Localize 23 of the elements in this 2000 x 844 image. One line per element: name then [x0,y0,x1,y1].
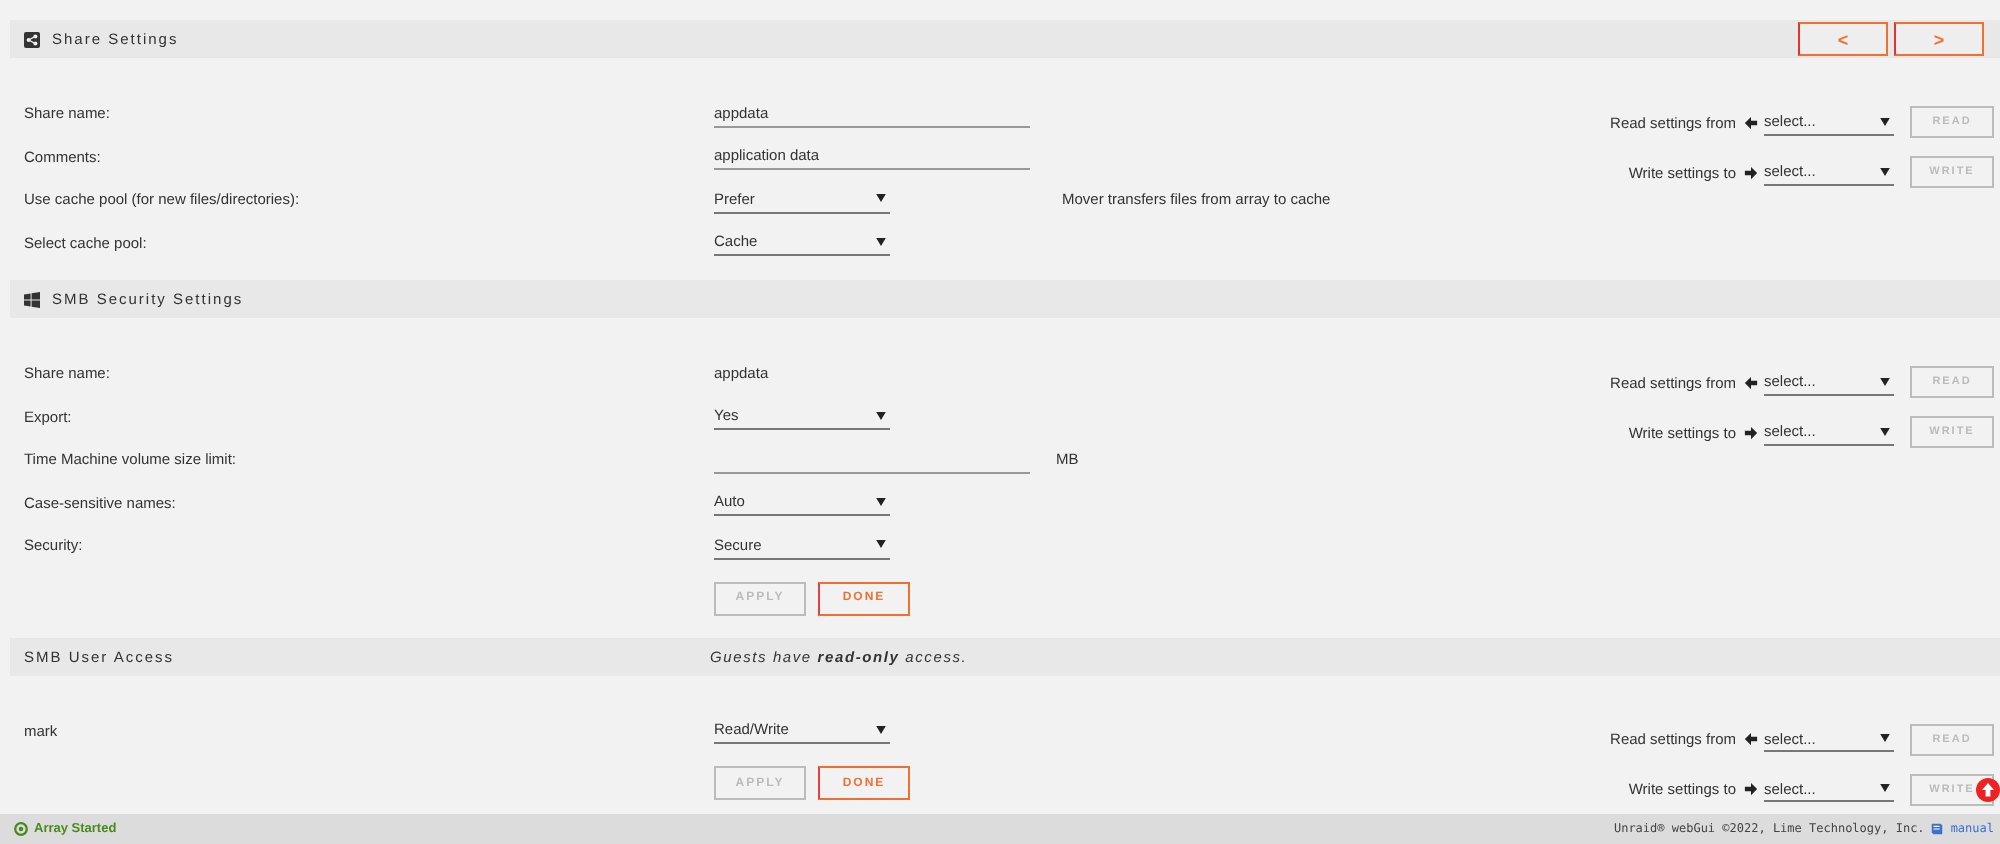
caret-icon [1880,734,1890,742]
book-icon [1930,822,1945,836]
caret-icon [876,194,886,203]
right-arrow-icon [1744,425,1758,439]
windows-icon [24,291,40,307]
caret-icon [1880,117,1890,125]
right-arrow-icon [1744,782,1758,796]
caret-icon [876,237,886,246]
caret-icon [876,725,886,734]
right-arrow-icon [1744,165,1758,179]
caret-icon [1880,167,1890,175]
scroll-to-top-icon[interactable] [1976,778,2000,802]
share-icon [24,31,40,47]
caret-icon [876,411,886,420]
left-arrow-icon [1744,115,1758,129]
left-arrow-icon [1744,375,1758,389]
caret-icon [876,497,886,506]
caret-icon [1880,377,1890,385]
caret-icon [1880,784,1890,792]
left-arrow-icon [1744,732,1758,746]
status-icon [14,822,28,836]
caret-icon [1880,427,1890,435]
caret-icon [876,540,886,549]
